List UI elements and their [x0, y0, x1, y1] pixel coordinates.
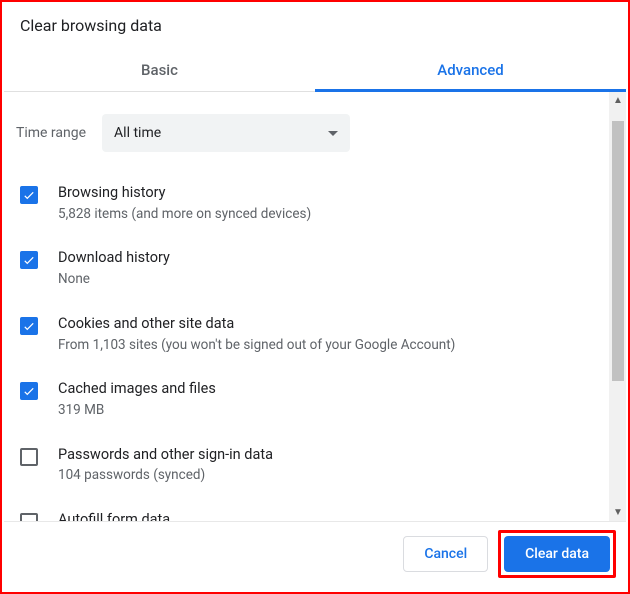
item-label: Passwords and other sign-in data	[58, 446, 597, 465]
checkbox-autofill[interactable]	[20, 513, 38, 521]
time-range-label: Time range	[16, 125, 86, 141]
data-type-list: Browsing history 5,828 items (and more o…	[16, 176, 597, 521]
dialog-title: Clear browsing data	[4, 10, 626, 49]
item-download-history: Download history None	[16, 241, 597, 306]
time-range-row: Time range All time	[16, 114, 597, 152]
item-desc: 5,828 items (and more on synced devices)	[58, 206, 597, 224]
clear-browsing-data-dialog: Clear browsing data Basic Advanced Time …	[4, 10, 626, 586]
checkbox-browsing-history[interactable]	[20, 186, 38, 204]
item-browsing-history: Browsing history 5,828 items (and more o…	[16, 176, 597, 241]
content: Time range All time Browsing history 5,8	[4, 92, 609, 521]
scrollbar[interactable]: ▲ ▼	[609, 92, 626, 521]
tabs: Basic Advanced	[4, 49, 626, 92]
item-desc: None	[58, 271, 597, 289]
item-desc: 104 passwords (synced)	[58, 467, 597, 485]
item-autofill: Autofill form data	[16, 503, 597, 521]
item-label: Autofill form data	[58, 511, 597, 521]
time-range-value: All time	[114, 125, 161, 141]
item-desc: From 1,103 sites (you won't be signed ou…	[58, 337, 597, 355]
cancel-button[interactable]: Cancel	[403, 536, 488, 572]
item-label: Cookies and other site data	[58, 315, 597, 334]
scrollbar-thumb[interactable]	[612, 121, 624, 381]
item-label: Browsing history	[58, 184, 597, 203]
dialog-footer: Cancel Clear data	[4, 522, 626, 586]
chevron-down-icon	[328, 131, 338, 136]
item-label: Download history	[58, 249, 597, 268]
time-range-select[interactable]: All time	[102, 114, 350, 152]
checkbox-passwords[interactable]	[20, 448, 38, 466]
item-label: Cached images and files	[58, 380, 597, 399]
scroll-up-icon[interactable]: ▲	[610, 92, 626, 109]
item-desc: 319 MB	[58, 402, 597, 420]
scroll-down-icon[interactable]: ▼	[610, 504, 626, 521]
scrollbar-track[interactable]	[610, 109, 626, 504]
tab-advanced[interactable]: Advanced	[315, 49, 626, 91]
dialog-frame: Clear browsing data Basic Advanced Time …	[0, 0, 630, 594]
checkbox-cookies[interactable]	[20, 317, 38, 335]
item-cookies: Cookies and other site data From 1,103 s…	[16, 307, 597, 372]
checkbox-download-history[interactable]	[20, 251, 38, 269]
item-passwords: Passwords and other sign-in data 104 pas…	[16, 438, 597, 503]
tab-basic[interactable]: Basic	[4, 49, 315, 91]
scroll-area: Time range All time Browsing history 5,8	[4, 92, 626, 522]
highlight-annotation: Clear data	[498, 530, 616, 578]
clear-data-button[interactable]: Clear data	[504, 536, 610, 572]
checkbox-cached[interactable]	[20, 382, 38, 400]
item-cached: Cached images and files 319 MB	[16, 372, 597, 437]
